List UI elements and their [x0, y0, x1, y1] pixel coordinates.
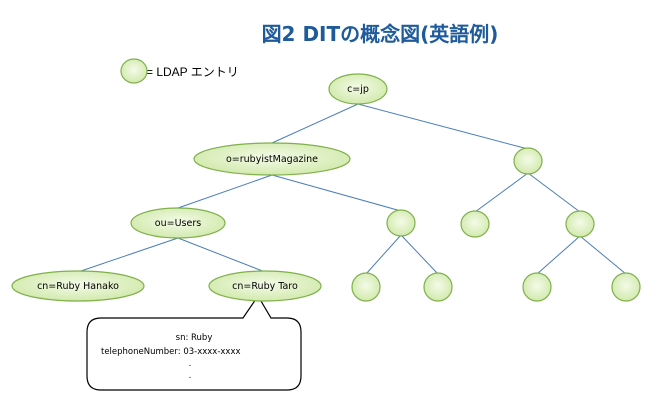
edge-mid-right	[400, 234, 439, 275]
node-org-label: o=rubyistMagazine	[226, 154, 318, 165]
edge-r1-right	[527, 172, 581, 213]
node-right-3	[565, 210, 595, 238]
node-leaf-1	[351, 272, 381, 302]
edge-mid-left	[365, 234, 402, 275]
edge-r1-left	[474, 172, 529, 213]
callout-line-ellipsis-1: .	[189, 359, 192, 369]
node-right-2	[460, 210, 490, 238]
tree-edges	[77, 103, 627, 275]
node-right-1	[513, 147, 543, 175]
node-root-label: c=jp	[347, 84, 369, 95]
edge-ou-cn2	[177, 237, 266, 273]
node-cn-hanako-label: cn=Ruby Hanako	[37, 281, 119, 292]
legend-entry-marker	[120, 58, 148, 84]
node-leaf-3	[522, 272, 552, 302]
node-cn-taro-label: cn=Ruby Taro	[232, 281, 298, 292]
edge-r2-right	[579, 235, 627, 275]
edge-root-right	[357, 103, 529, 150]
edge-org-ou	[177, 174, 273, 209]
callout-bubble	[86, 294, 302, 391]
node-mid-1	[386, 209, 416, 237]
edge-root-org	[271, 103, 359, 144]
node-leaf-4	[611, 272, 641, 302]
edge-org-right	[271, 174, 402, 212]
callout-line-sn: sn: Ruby	[176, 333, 213, 343]
node-leaf-2	[423, 272, 453, 302]
edge-ou-cn1	[77, 237, 179, 273]
node-ou-label: ou=Users	[155, 218, 201, 229]
callout-line-ellipsis-2: .	[189, 371, 192, 381]
callout-line-telephone: telephoneNumber: 03-xxxx-xxxx	[101, 347, 241, 357]
edge-r2-left	[536, 235, 581, 275]
dit-diagram: sn: Ruby telephoneNumber: 03-xxxx-xxxx .…	[11, 58, 641, 391]
